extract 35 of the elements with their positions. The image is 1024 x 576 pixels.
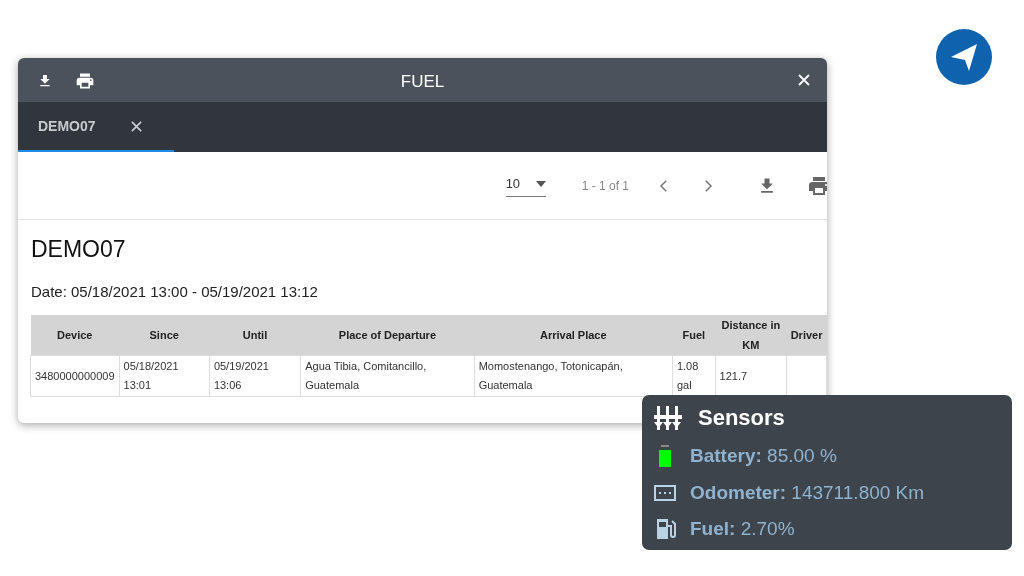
report-date: Date: 05/18/2021 13:00 - 05/19/2021 13:12 [31,281,319,302]
column-header: Place of Departure [300,315,475,356]
dialog-title: FUEL [400,72,445,91]
download-icon [37,73,53,89]
table-cell: 05/18/2021 13:01 [119,355,210,397]
odometer-icon [654,483,676,502]
close-icon [129,119,143,133]
table-cell: Agua Tibia, Comitancillo, Guatemala [300,355,475,397]
print-icon [75,71,95,91]
download-button[interactable] [37,73,53,89]
page-size-select[interactable]: 10 [505,173,546,198]
close-button[interactable] [797,73,811,87]
close-icon [797,73,811,87]
column-header: Device [30,315,120,356]
column-header: Arrival Place [474,315,673,356]
sensor-reading: Fuel: 2.70% [690,517,795,541]
sensor-reading: Odometer: 143711.800 Km [690,480,925,505]
dropdown-icon [535,180,546,187]
column-header: Until [209,315,301,356]
table-cell: 3480000000009 [30,355,120,397]
column-header: Distance in KM [715,315,787,356]
table-cell: 05/19/2021 13:06 [209,355,301,397]
tab-close-button[interactable] [129,119,143,133]
panel-title: Sensors [698,404,785,432]
navigation-icon[interactable] [936,29,992,85]
fuel-icon [654,517,676,542]
column-header: Driver [786,315,827,356]
column-header: Since [119,315,210,356]
print-button[interactable] [75,71,95,91]
page-range: 1 - 1 of 1 [581,177,629,195]
tab[interactable]: DEMO07 [38,115,96,137]
report-title: DEMO07 [31,235,127,264]
column-header: Fuel [672,315,716,356]
sensor-reading: Battery: 85.00 % [690,444,837,468]
sensors-icon [654,405,682,430]
